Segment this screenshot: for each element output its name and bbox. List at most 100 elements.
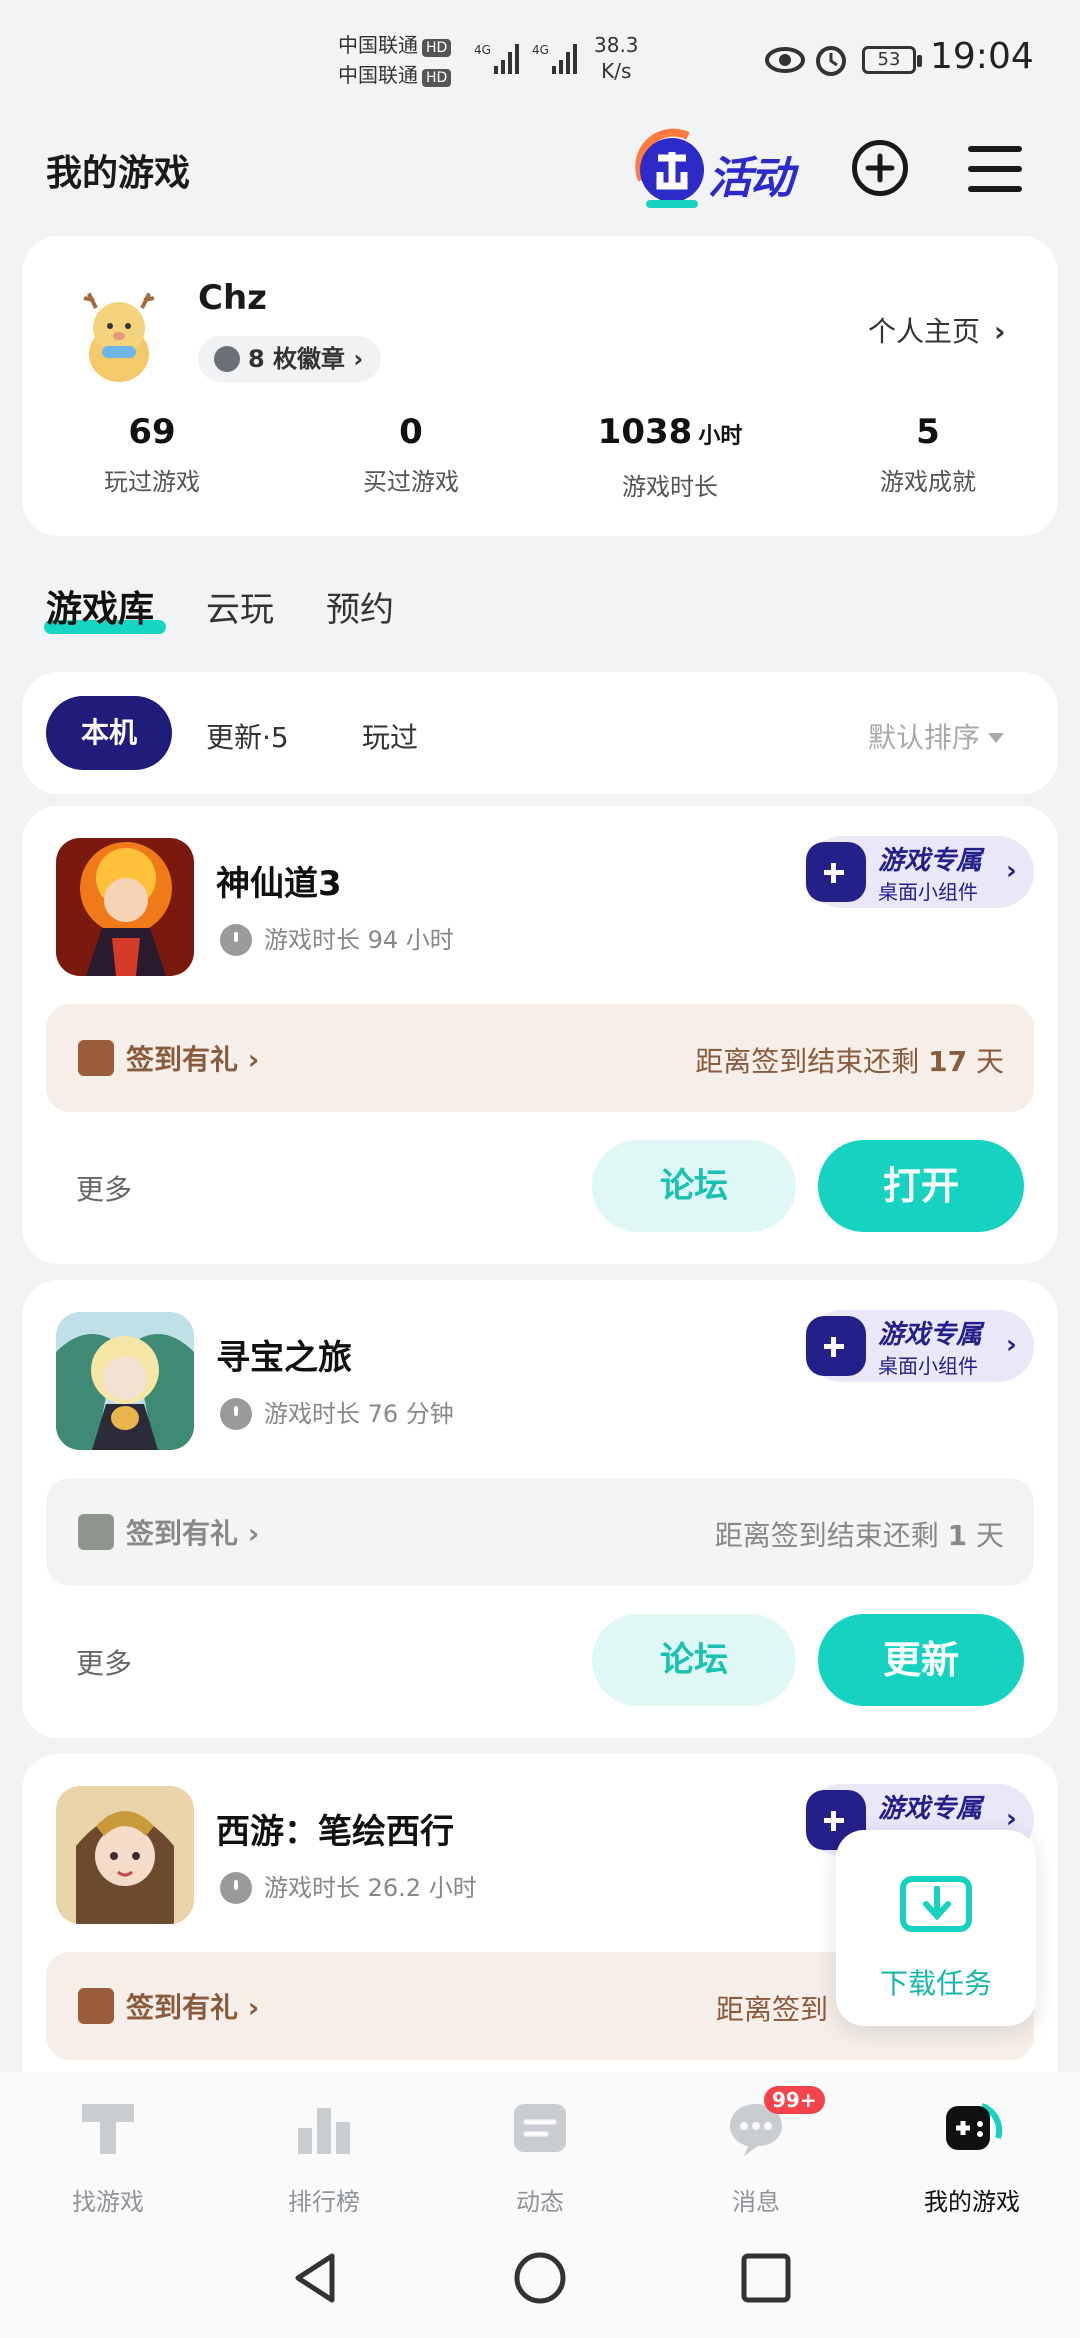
stat-playtime[interactable]: 1038 小时 游戏时长 [540,408,800,502]
stat-value: 69 [128,412,176,452]
activity-button[interactable]: 活动 [626,124,806,214]
stat-unit: 小时 [698,424,743,449]
homepage-label: 个人主页 [868,315,981,348]
game-name[interactable]: 西游：笔绘西行 [216,1804,454,1853]
play-time: 游戏时长 76 分钟 [220,1394,454,1430]
stat-value: 1038 [597,412,693,452]
stat-label: 买过游戏 [363,468,459,496]
signin-bar[interactable]: 签到有礼 › 距离签到结束还剩 1 天 [46,1478,1034,1586]
add-button[interactable] [852,140,908,196]
system-nav-bar [0,2210,1080,2338]
gift-icon [78,1988,114,2024]
nav-messages[interactable]: 99+ 消息 [676,2086,836,2217]
status-bar: 中国联通 HD 中国联通 HD 4G 4G 38.3 K/s 53 19:04 [0,0,1080,120]
signin-bar[interactable]: 签到有礼 › 距离签到结束还剩 17 天 [46,1004,1034,1112]
download-task-button[interactable]: 下载任务 [836,1830,1036,2026]
page-title: 我的游戏 [46,153,191,194]
stat-achievements[interactable]: 5 游戏成就 [798,408,1058,497]
ranking-icon [298,2108,350,2154]
gamepad-icon [806,1316,866,1376]
nav-my-games[interactable]: 我的游戏 [892,2098,1052,2217]
unread-badge: 99+ [764,2086,825,2114]
chevron-right-icon: › [247,1991,260,2024]
update-button[interactable]: 更新 [818,1614,1024,1706]
speed-value: 38.3 [594,33,639,57]
stat-label: 游戏时长 [622,473,718,501]
svg-text:4G: 4G [474,43,491,57]
menu-line [968,186,1022,192]
countdown-suffix: 天 [967,1045,1004,1078]
battery-icon: 53 [862,46,922,74]
avatar[interactable] [66,284,172,390]
tab-reserve[interactable]: 预约 [326,582,394,631]
countdown-suffix: 天 [967,1519,1004,1552]
carrier-info: 中国联通 HD 中国联通 HD [338,30,452,90]
forum-button[interactable]: 论坛 [592,1140,796,1232]
hd-tag: HD [422,39,452,57]
open-button[interactable]: 打开 [818,1140,1024,1232]
signin-countdown: 距离签到结束还剩 17 天 [695,1040,1004,1080]
username: Chz [198,278,267,318]
tab-cloud[interactable]: 云玩 [206,582,274,631]
countdown-days: 17 [928,1045,968,1078]
signal-icon: 4G [474,43,519,74]
play-time: 游戏时长 26.2 小时 [220,1868,477,1904]
widget-title: 游戏专属 [878,846,983,876]
game-name[interactable]: 神仙道3 [216,856,342,905]
stat-value: 0 [399,412,423,452]
widget-button[interactable]: 游戏专属 桌面小组件 › [806,1310,1034,1382]
home-icon[interactable] [512,2250,568,2306]
back-icon[interactable] [290,2250,340,2306]
stat-label: 游戏成就 [880,468,976,496]
signin-countdown: 距离签到结束还剩 1 天 [715,1514,1004,1554]
signin-countdown: 距离签到 [716,1993,829,2026]
widget-button[interactable]: 游戏专属 桌面小组件 › [806,836,1034,908]
forum-button[interactable]: 论坛 [592,1614,796,1706]
widget-subtitle: 桌面小组件 [878,880,978,904]
chevron-right-icon: › [994,315,1006,348]
filter-played[interactable]: 玩过 [362,716,418,756]
medal-icon [214,346,240,372]
game-name[interactable]: 寻宝之旅 [216,1330,352,1379]
signin-label-text: 签到有礼 [126,1517,239,1550]
signal-icon: 4G [532,43,577,74]
stat-played[interactable]: 69 玩过游戏 [22,408,282,497]
recents-icon[interactable] [740,2252,792,2304]
more-button[interactable]: 更多 [76,1642,132,1682]
countdown-prefix: 距离签到结束还剩 [714,1519,948,1552]
nav-ranking[interactable]: 排行榜 [244,2098,404,2217]
timer-icon [220,1872,252,1904]
nav-feed[interactable]: 动态 [460,2098,620,2217]
play-time-text: 游戏时长 76 分钟 [264,1400,454,1428]
filter-update[interactable]: 更新·5 [206,716,289,756]
activity-label: 活动 [708,153,794,204]
stat-label: 玩过游戏 [104,468,200,496]
game-icon-xiyou[interactable] [56,1786,194,1924]
game-icon-shenxiandao[interactable] [56,838,194,976]
signin-label: 签到有礼 › [126,1038,259,1078]
chevron-right-icon: › [1006,1330,1017,1360]
timer-icon [220,924,252,956]
stat-bought[interactable]: 0 买过游戏 [281,408,541,497]
filter-local[interactable]: 本机 [46,696,172,770]
hd-tag: HD [422,69,452,87]
game-icon-xunbao[interactable] [56,1312,194,1450]
badge-link[interactable]: 8 枚徽章 › [198,336,382,382]
sort-dropdown[interactable]: 默认排序 [868,716,1005,756]
gift-icon [78,1514,114,1550]
tab-library[interactable]: 游戏库 [46,580,154,632]
more-button[interactable]: 更多 [76,1168,132,1208]
alarm-icon [816,46,846,76]
badge-count: 8 枚徽章 [248,345,346,373]
arrow-down-icon [923,1886,951,1921]
carrier-2: 中国联通 [338,63,418,87]
download-icon [900,1876,972,1932]
chevron-right-icon: › [247,1043,260,1076]
widget-title: 游戏专属 [878,1794,983,1824]
plus-icon [865,153,895,183]
widget-subtitle: 桌面小组件 [878,1354,978,1378]
homepage-link[interactable]: 个人主页 › [868,310,1006,350]
nav-find-games[interactable]: 找游戏 [28,2098,188,2217]
gamepad-icon [806,842,866,902]
menu-button[interactable] [968,146,1022,192]
